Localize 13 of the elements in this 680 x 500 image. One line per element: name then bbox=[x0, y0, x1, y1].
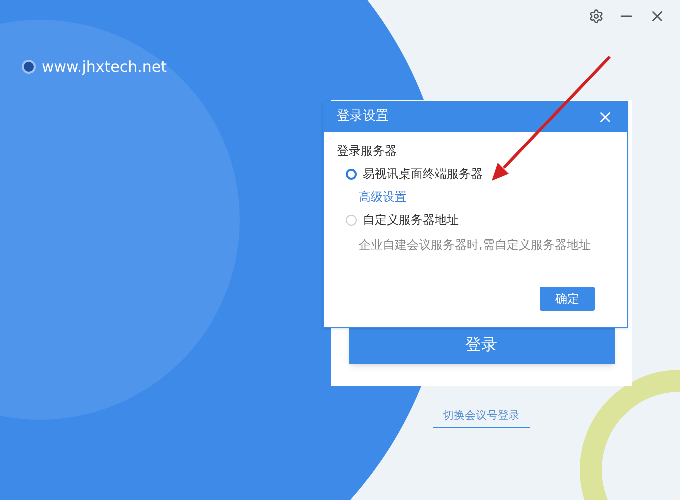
switch-login-link[interactable]: 切换会议号登录 bbox=[433, 408, 530, 428]
radio-button[interactable] bbox=[346, 168, 357, 180]
option-label[interactable]: 易视讯桌面终端服务器 bbox=[363, 165, 483, 183]
radio-button[interactable] bbox=[346, 214, 357, 226]
website-text: www.jhxtech.net bbox=[42, 57, 167, 78]
advanced-settings-link[interactable]: 高级设置 bbox=[359, 188, 614, 206]
option-hint: 企业自建会议服务器时,需自定义服务器地址 bbox=[359, 237, 592, 254]
section-label: 登录服务器 bbox=[337, 143, 398, 160]
option-label[interactable]: 自定义服务器地址 bbox=[363, 211, 459, 229]
ok-button[interactable]: 确定 bbox=[540, 287, 595, 311]
login-button[interactable]: 登录 bbox=[348, 326, 614, 364]
dialog-title: 登录设置 bbox=[337, 108, 389, 126]
settings-icon[interactable] bbox=[589, 9, 604, 24]
